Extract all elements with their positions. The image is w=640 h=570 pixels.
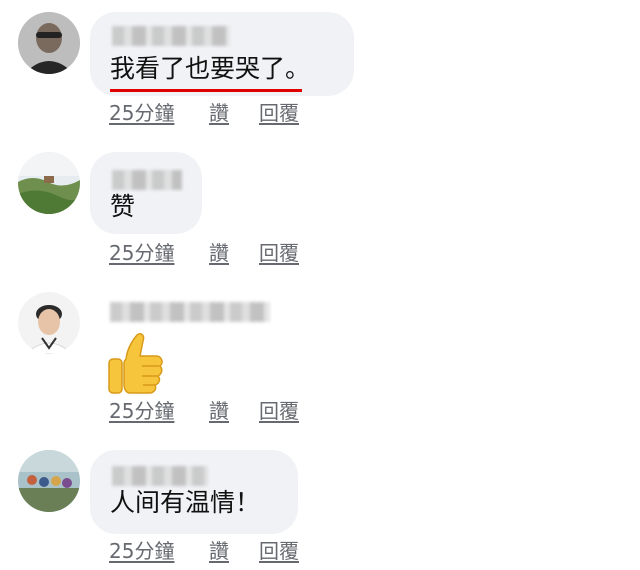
- avatar-photo: [18, 450, 80, 512]
- commenter-avatar[interactable]: [18, 292, 80, 354]
- commenter-avatar[interactable]: [18, 12, 80, 74]
- reply-button[interactable]: 回覆: [259, 399, 299, 423]
- commenter-name-blurred[interactable]: [112, 170, 182, 190]
- commenter-avatar[interactable]: [18, 152, 80, 214]
- like-button[interactable]: 讚: [209, 399, 229, 423]
- commenter-name-blurred[interactable]: [112, 466, 208, 486]
- thumbs-up-sticker: [106, 332, 168, 398]
- timestamp-link[interactable]: 25分鐘: [109, 539, 174, 563]
- like-button[interactable]: 讚: [209, 101, 229, 125]
- thumbs-up-icon: [108, 333, 163, 394]
- comment-text: 赞: [110, 192, 136, 221]
- reply-button[interactable]: 回覆: [259, 101, 299, 125]
- highlight-underline: [110, 89, 302, 92]
- timestamp-link[interactable]: 25分鐘: [109, 399, 174, 423]
- like-button[interactable]: 讚: [209, 241, 229, 265]
- comment-text: 人间有温情！: [110, 488, 261, 517]
- comment-bubble: 赞: [90, 152, 202, 234]
- comment-bubble: 人间有温情！: [90, 450, 298, 534]
- avatar-photo: [18, 292, 80, 354]
- comment-text: 我看了也要哭了。: [110, 54, 311, 83]
- timestamp-link[interactable]: 25分鐘: [109, 241, 174, 265]
- avatar-photo: [18, 12, 80, 74]
- like-button[interactable]: 讚: [209, 539, 229, 563]
- avatar-photo: [18, 152, 80, 214]
- commenter-name-blurred[interactable]: [110, 302, 270, 322]
- comment-bubble: 我看了也要哭了。: [90, 12, 354, 96]
- commenter-avatar[interactable]: [18, 450, 80, 512]
- commenter-name-blurred[interactable]: [112, 26, 230, 46]
- timestamp-link[interactable]: 25分鐘: [109, 101, 174, 125]
- reply-button[interactable]: 回覆: [259, 241, 299, 265]
- reply-button[interactable]: 回覆: [259, 539, 299, 563]
